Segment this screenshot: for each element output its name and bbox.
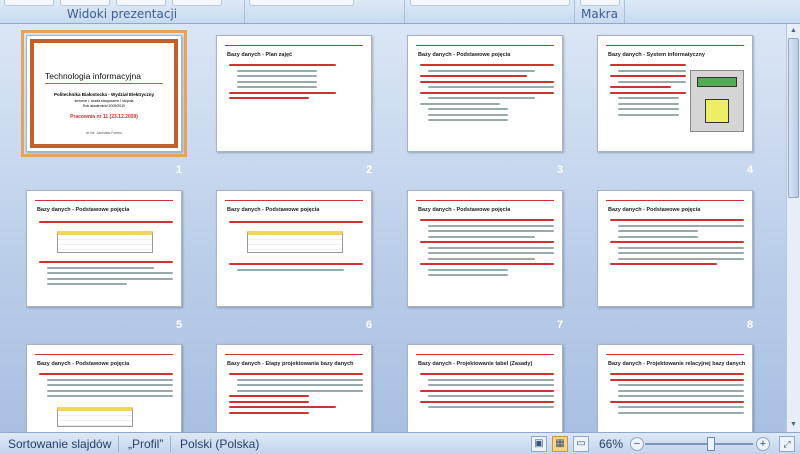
- slide-title: Bazy danych - Projektowanie tabel (Zasad…: [418, 361, 533, 367]
- slide-bullets: [39, 221, 173, 227]
- slide-thumbnail-5[interactable]: Bazy danych - Podstawowe pojęcia: [26, 190, 182, 307]
- scrollbar-thumb[interactable]: [788, 38, 799, 198]
- slide-thumbnail-2[interactable]: Bazy danych - Plan zajęć: [216, 35, 372, 152]
- slide-thumbnail-6[interactable]: Bazy danych - Podstawowe pojęcia: [216, 190, 372, 307]
- slide-title: Technologia informacyjna: [45, 71, 141, 81]
- slide-header-line: [35, 200, 173, 201]
- slide-thumbnail-11[interactable]: Bazy danych - Projektowanie tabel (Zasad…: [407, 344, 563, 432]
- slide-sorter: Technologia informacyjna Politechnika Bi…: [0, 24, 786, 432]
- ribbon: Widoki prezentacji Makra: [0, 0, 800, 24]
- slide-subtitle: semestr I, studia stacjonarne I stopnia: [74, 99, 134, 103]
- slide-bullets: [420, 64, 554, 125]
- slide-header-line: [416, 354, 554, 355]
- slide-bullets: [229, 64, 363, 103]
- slide-faculty: Politechnika Białostocka - Wydział Elekt…: [54, 92, 154, 97]
- status-theme[interactable]: „Profil”: [128, 437, 163, 451]
- title-underline: [45, 83, 163, 84]
- ribbon-group-macros: Makra: [575, 0, 625, 23]
- slide-lecture: Pracownia nr 11 (23.12.2009): [70, 114, 138, 120]
- slide-thumbnail-3[interactable]: Bazy danych - Podstawowe pojęcia: [407, 35, 563, 152]
- slide-bullets: [39, 261, 173, 289]
- slide-title: Bazy danych - Projektowanie relacyjnej b…: [608, 361, 746, 367]
- slide-bullets: [229, 373, 363, 417]
- slide-bullets: [229, 221, 363, 227]
- slide-show-view-button[interactable]: ▭: [573, 436, 589, 452]
- slide-header-line: [416, 45, 554, 46]
- slide-thumbnail-9[interactable]: Bazy danych - Podstawowe pojęcia: [26, 344, 182, 432]
- zoom-slider-thumb[interactable]: [707, 437, 715, 451]
- ribbon-group-presentation-views: Widoki prezentacji: [0, 0, 245, 23]
- slide-bullets: [420, 373, 554, 412]
- slide-number: 5: [176, 319, 183, 331]
- slide-title: Bazy danych - Podstawowe pojęcia: [418, 52, 511, 58]
- slide-author: dr inż. Jarosław Forenc: [85, 131, 123, 135]
- slide-title: Bazy danych - Podstawowe pojęcia: [37, 361, 130, 367]
- slide-number: 8: [747, 319, 754, 331]
- slide-header-line: [416, 200, 554, 201]
- slide-header-line: [606, 45, 744, 46]
- slide-thumbnail-1[interactable]: Technologia informacyjna Politechnika Bi…: [21, 30, 187, 157]
- slide-number: 1: [176, 164, 183, 176]
- slide-title: Bazy danych - Podstawowe pojęcia: [227, 207, 320, 213]
- status-separator: [118, 436, 119, 452]
- zoom-slider[interactable]: [645, 443, 753, 445]
- slide-header-line: [225, 45, 363, 46]
- normal-view-button[interactable]: ▣: [531, 436, 547, 452]
- slide-thumbnail-10[interactable]: Bazy danych - Etapy projektowania bazy d…: [216, 344, 372, 432]
- slide-bullets: [420, 219, 554, 280]
- fit-to-window-icon[interactable]: ⤢: [779, 436, 795, 452]
- slide-header-line: [606, 354, 744, 355]
- status-language[interactable]: Polski (Polska): [180, 437, 259, 451]
- slide-bullets: [610, 373, 744, 417]
- ribbon-group-label: Makra: [581, 7, 618, 21]
- ribbon-group-window: [405, 0, 575, 23]
- system-diagram: [690, 70, 744, 132]
- slide-bullets: [39, 373, 173, 401]
- slide-title: Bazy danych - Podstawowe pojęcia: [418, 207, 511, 213]
- slide-header-line: [225, 200, 363, 201]
- slide-table: [57, 231, 153, 253]
- slide-bullets: [229, 263, 363, 274]
- slide-header-line: [225, 354, 363, 355]
- slide-header-line: [606, 200, 744, 201]
- status-separator: [170, 436, 171, 452]
- slide-title: Bazy danych - System informatyczny: [608, 52, 705, 58]
- slide-title: Bazy danych - Etapy projektowania bazy d…: [227, 361, 354, 367]
- slide-header-line: [35, 354, 173, 355]
- slide-table: [57, 407, 133, 427]
- ribbon-group-show-hide: [245, 0, 405, 23]
- slide-title: Bazy danych - Podstawowe pojęcia: [608, 207, 701, 213]
- slide-thumbnail-4[interactable]: Bazy danych - System informatyczny: [597, 35, 753, 152]
- slide-thumbnail-7[interactable]: Bazy danych - Podstawowe pojęcia: [407, 190, 563, 307]
- slide-bullets: [610, 219, 744, 269]
- slide-bullets: [610, 64, 686, 119]
- status-bar: Sortowanie slajdów „Profil” Polski (Pols…: [0, 432, 800, 454]
- status-view-name: Sortowanie slajdów: [8, 437, 112, 451]
- slide-number: 6: [366, 319, 373, 331]
- scroll-up-arrow-icon[interactable]: ▲: [788, 25, 799, 37]
- slide-title: Bazy danych - Plan zajęć: [227, 52, 293, 58]
- slide-number: 7: [557, 319, 564, 331]
- scroll-down-arrow-icon[interactable]: ▼: [788, 419, 799, 431]
- ribbon-group-label: Widoki prezentacji: [66, 7, 178, 21]
- slide-sorter-view-button[interactable]: ▦: [552, 436, 568, 452]
- slide-thumbnail-8[interactable]: Bazy danych - Podstawowe pojęcia: [597, 190, 753, 307]
- zoom-level[interactable]: 66%: [599, 437, 623, 451]
- vertical-scrollbar[interactable]: ▲ ▼: [786, 24, 800, 432]
- slide-number: 3: [557, 164, 564, 176]
- zoom-out-icon[interactable]: −: [630, 437, 644, 451]
- zoom-in-icon[interactable]: +: [756, 437, 770, 451]
- slide-year: Rok akademicki 2009/2010: [82, 104, 126, 108]
- slide-table: [247, 231, 343, 253]
- slide-title: Bazy danych - Podstawowe pojęcia: [37, 207, 130, 213]
- slide-thumbnail-12[interactable]: Bazy danych - Projektowanie relacyjnej b…: [597, 344, 753, 432]
- slide-number: 4: [747, 164, 754, 176]
- slide-number: 2: [366, 164, 373, 176]
